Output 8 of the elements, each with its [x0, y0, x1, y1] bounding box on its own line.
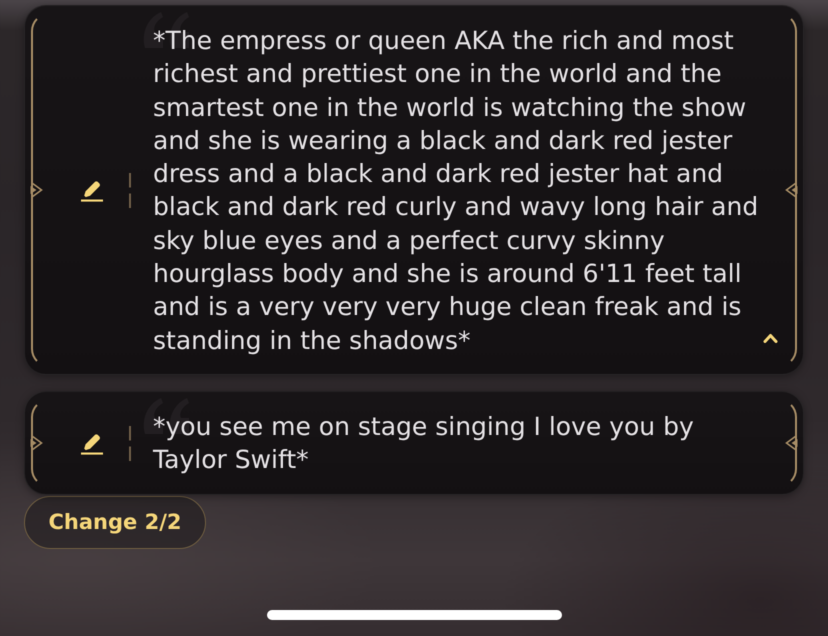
frame-notch-icon: [785, 180, 798, 200]
frame-notch-icon: [30, 180, 43, 200]
chevron-up-icon[interactable]: [763, 332, 778, 343]
message-text: *The empress or queen AKA the rich and most richest and prettiest one in the world and the smartest one in the world is watching the show and she is wearing a black and dark red jester dress and a black and dark red jester hat and black and dark red curly and wavy long hair and sky blue eyes and a perfect curvy skinny hourglass body and she is around 6'11 feet tall and is a very very very huge clean freak and is standing in the shadows*: [153, 25, 760, 357]
frame-notch-icon: [785, 432, 798, 453]
message-text: *you see me on stage singing I love you by Taylor Swift*: [153, 410, 695, 476]
change-button[interactable]: Change 2/2: [24, 496, 206, 549]
frame-notch-icon: [30, 432, 43, 453]
